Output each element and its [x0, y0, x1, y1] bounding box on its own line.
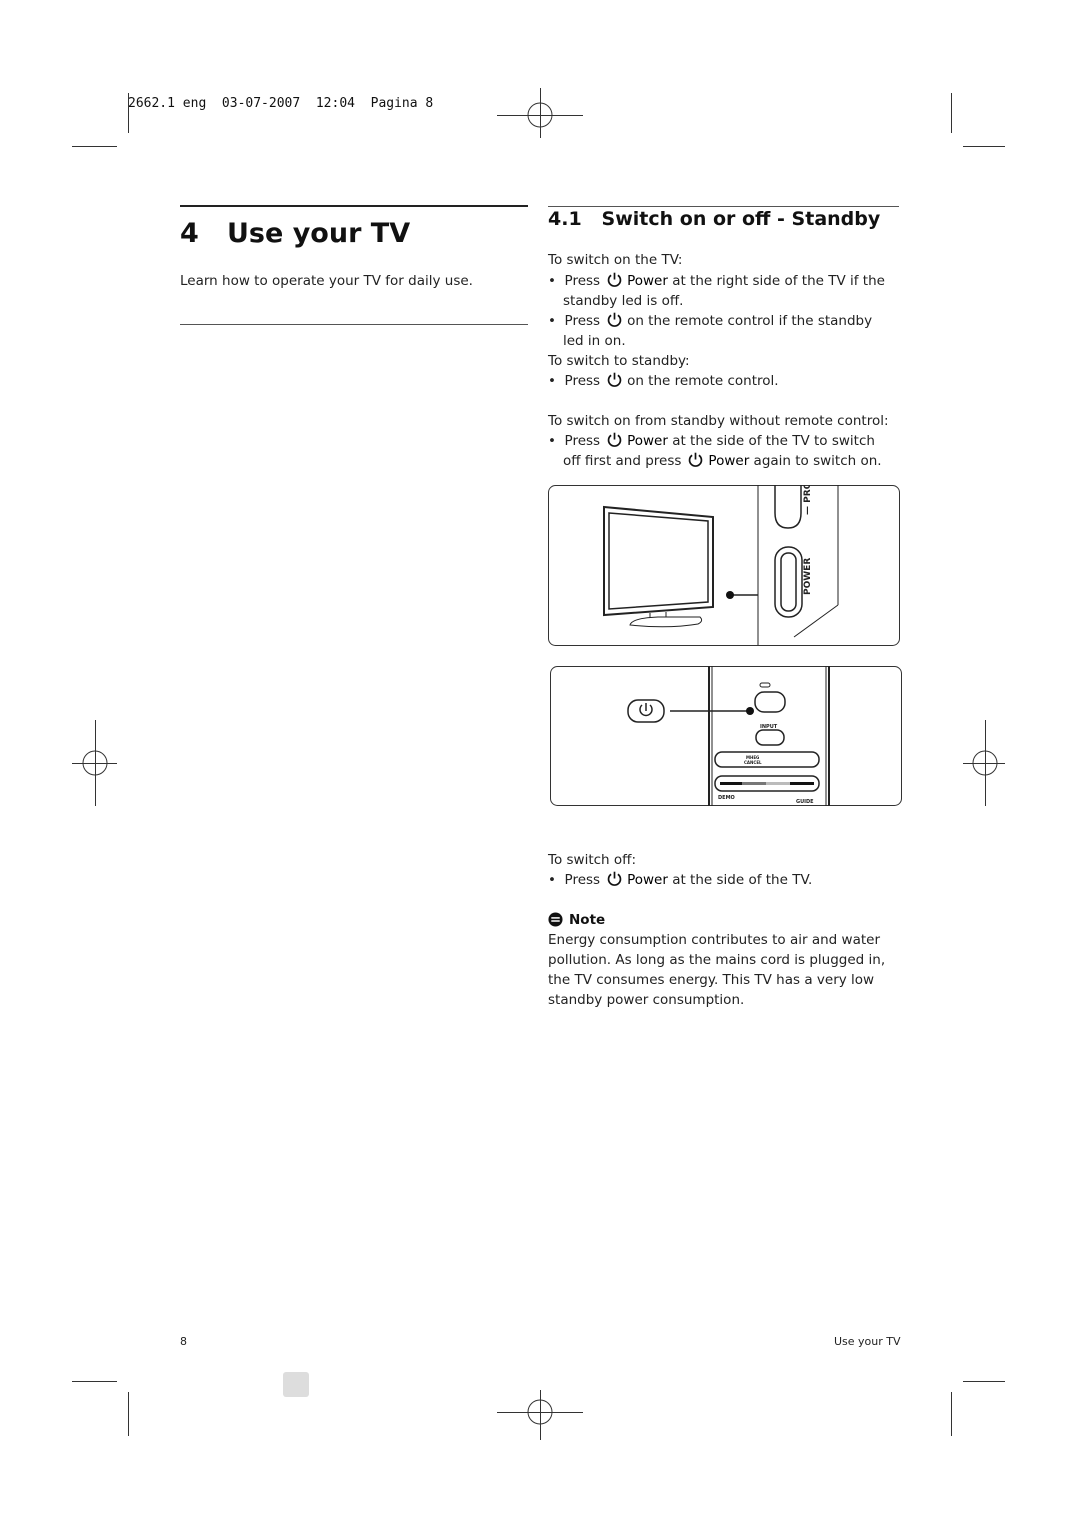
demo-label: DEMO — [718, 795, 735, 801]
bullet-2-cont: led in on. — [563, 333, 626, 349]
note-line: Energy consumption contributes to air an… — [548, 932, 880, 948]
tv-side-figure: — PRO POWER — [548, 485, 900, 646]
bullet-1: • Press Power at the right side of the TV… — [548, 272, 885, 289]
power-icon — [689, 452, 703, 467]
bullet-1-cont: standby led is off. — [563, 293, 684, 309]
chapter-intro: Learn how to operate your TV for daily u… — [180, 273, 473, 289]
running-title: Use your TV — [834, 1335, 901, 1348]
power-icon — [607, 272, 622, 287]
chapter-title: 4 Use your TV — [180, 218, 411, 249]
remote-figure: INPUT MHEG CANCEL DEMO GUIDE — [550, 666, 902, 806]
manual-page: 2662.1 eng 03-07-2007 12:04 Pagina 8 4 U… — [0, 0, 1080, 1528]
input-label: INPUT — [760, 724, 778, 730]
power-icon — [607, 432, 622, 447]
note-heading: Note — [548, 910, 605, 930]
power-icon — [607, 871, 622, 886]
chapter-rule-bottom — [180, 324, 528, 325]
note-line: the TV consumes energy. This TV has a ve… — [548, 972, 875, 988]
section-title: 4.1 Switch on or off - Standby — [548, 208, 881, 230]
cancel-label: CANCEL — [744, 760, 762, 765]
section-rule — [548, 206, 899, 207]
switch-off-heading: To switch off: — [548, 852, 637, 868]
no-remote-heading: To switch on from standby without remote… — [548, 413, 889, 429]
bullet-4: • Press Power at the side of the TV to sw… — [548, 432, 875, 449]
note-icon — [548, 912, 563, 927]
note-line: standby power consumption. — [548, 992, 745, 1008]
bullet-4-cont: off first and press Power again to switch… — [563, 452, 882, 469]
chapter-rule — [180, 205, 528, 207]
bullet-2: • Press on the remote control if the stan… — [548, 312, 873, 329]
standby-heading: To switch to standby: — [548, 353, 690, 369]
power-icon — [607, 372, 622, 387]
pro-label: — PRO — [803, 485, 813, 515]
page-number: 8 — [180, 1335, 187, 1348]
power-icon — [607, 312, 622, 327]
note-line: pollution. As long as the mains cord is … — [548, 952, 886, 968]
gray-marker — [283, 1372, 309, 1397]
switch-on-heading: To switch on the TV: — [548, 252, 683, 268]
power-label: POWER — [803, 558, 813, 595]
guide-label: GUIDE — [796, 799, 814, 805]
bullet-3: • Press on the remote control. — [548, 372, 779, 389]
bullet-5: • Press Power at the side of the TV. — [548, 871, 813, 888]
